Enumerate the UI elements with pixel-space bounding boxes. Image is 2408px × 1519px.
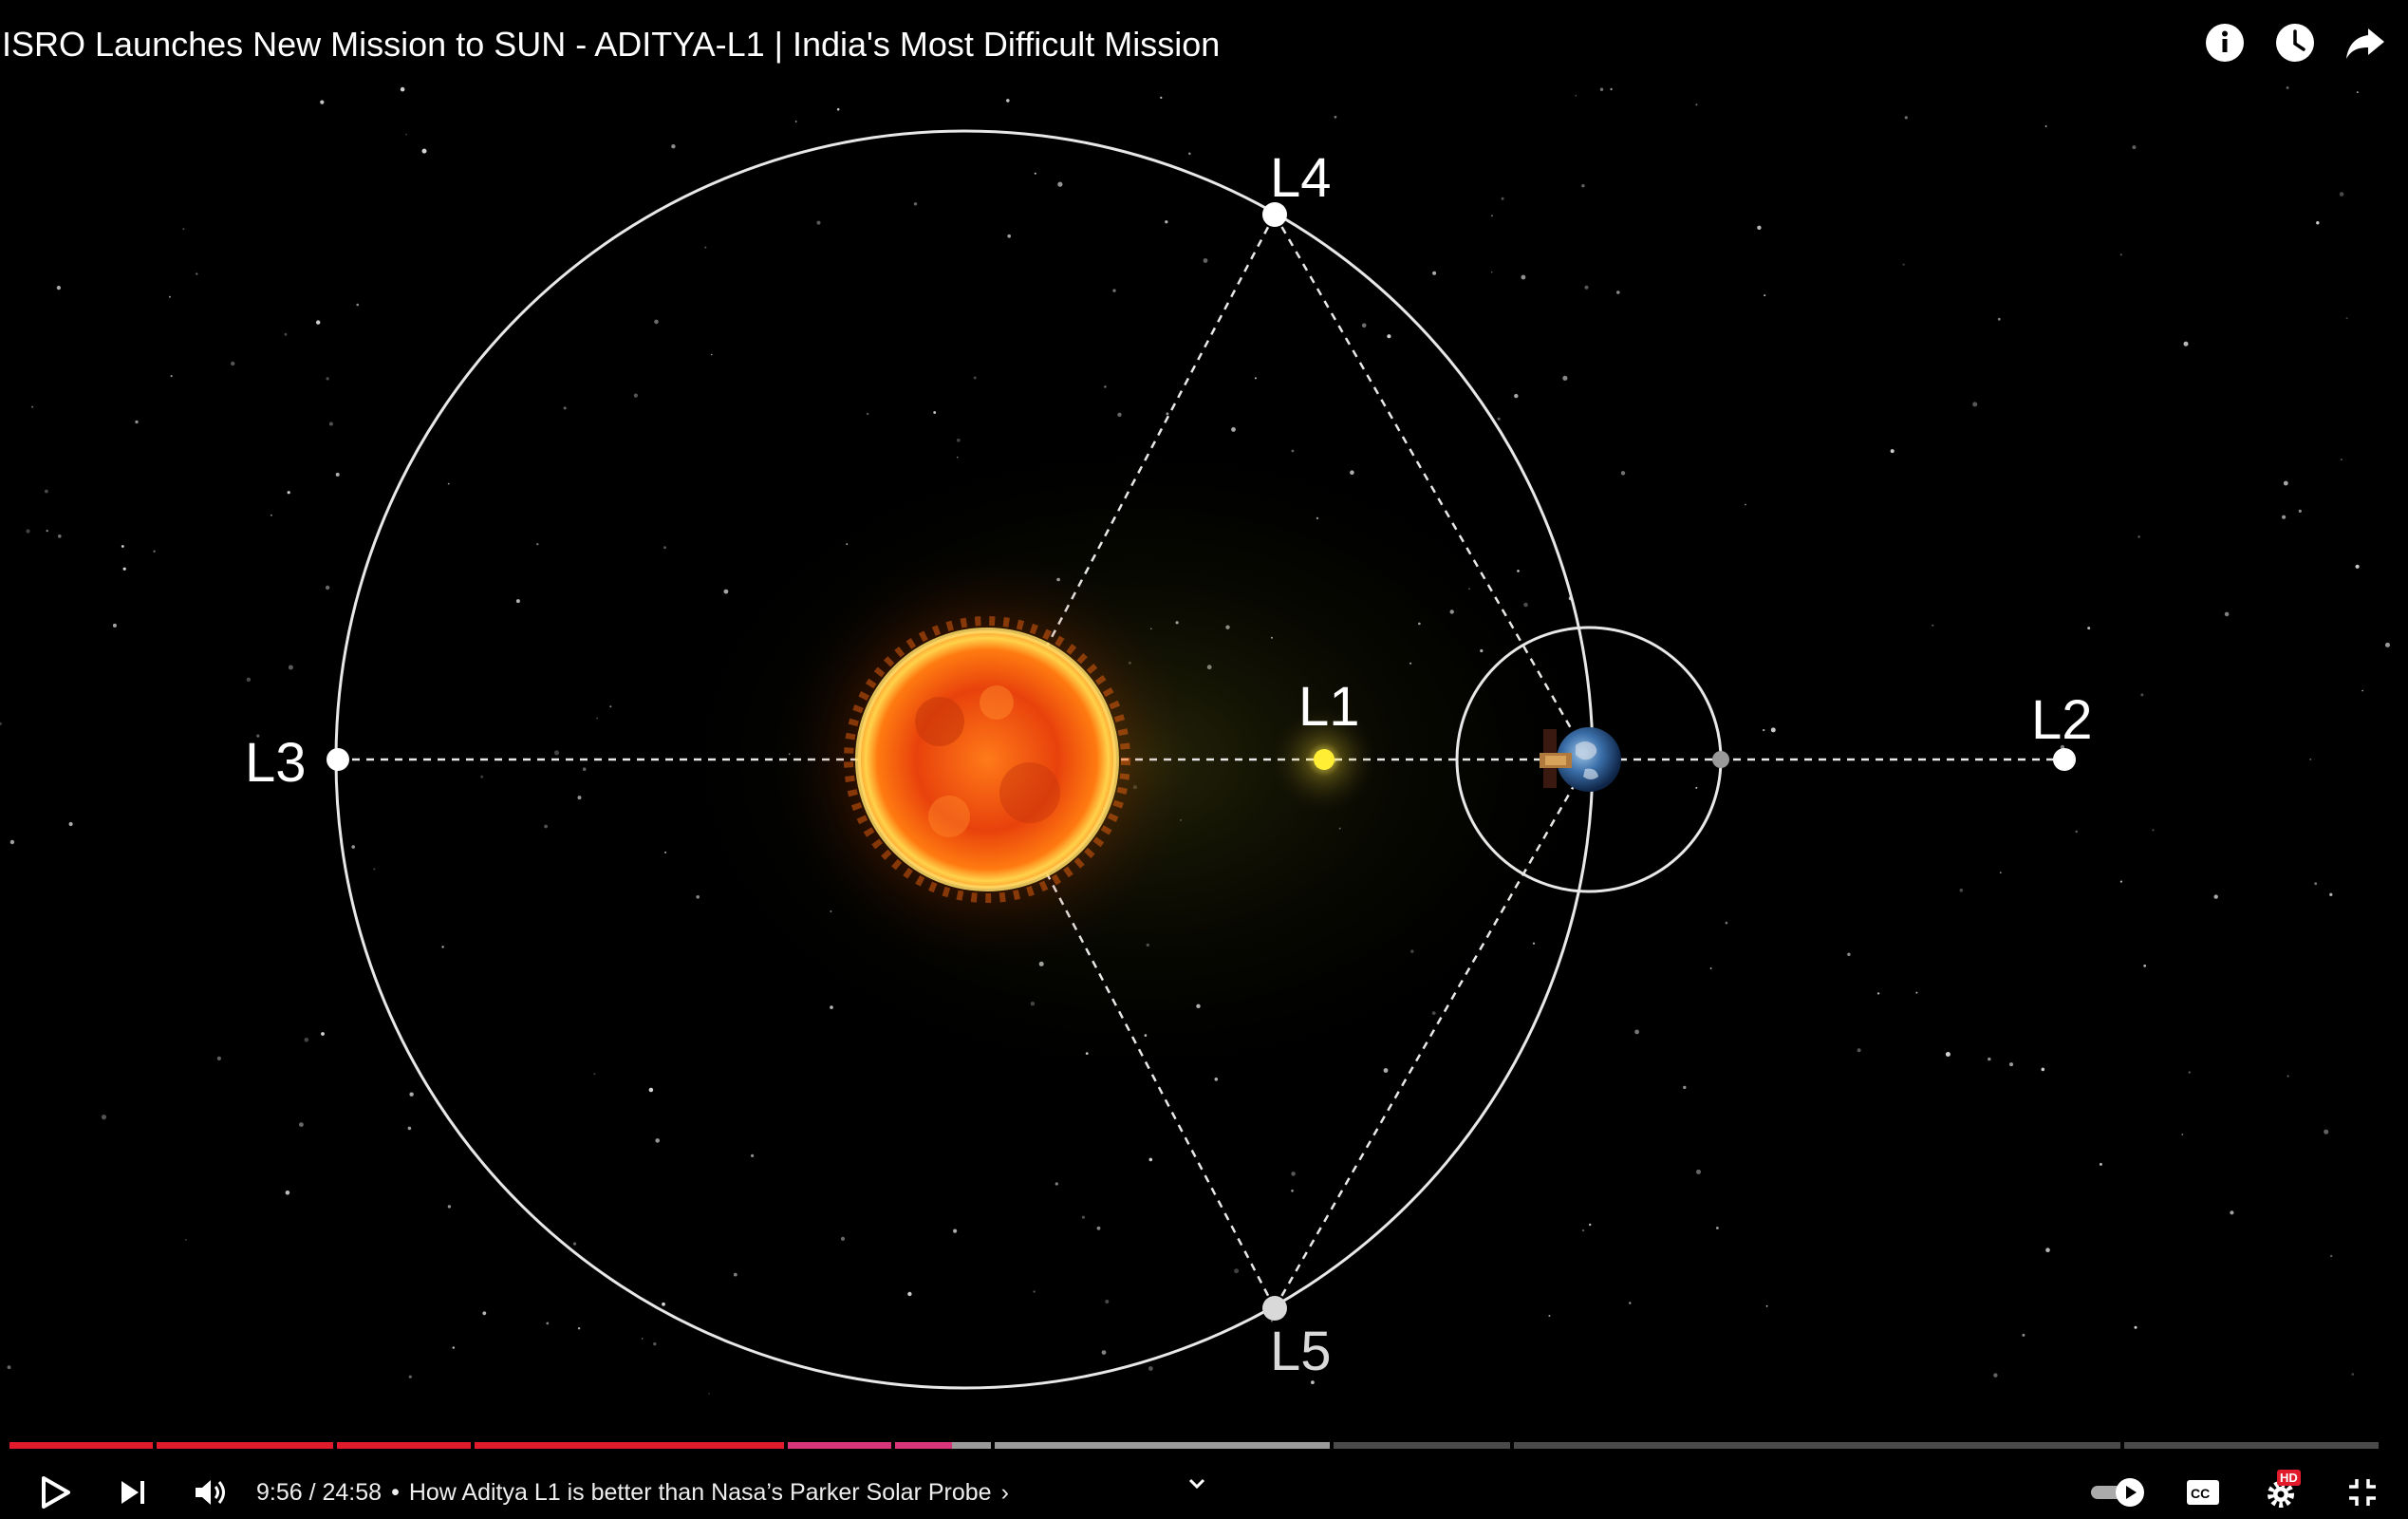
video-frame[interactable]: L3 L4 L1 L2 L5 [0, 0, 2408, 1518]
progress-chapter-segment[interactable] [1514, 1442, 2120, 1449]
play-icon [42, 1476, 70, 1509]
progress-chapter-segment[interactable] [788, 1442, 891, 1449]
progress-chapter-segment[interactable] [337, 1442, 471, 1449]
l5-point [1262, 1296, 1287, 1321]
time-display: 9:56 / 24:58 [256, 1478, 383, 1506]
captions-icon: CC [2187, 1480, 2219, 1505]
clock-icon[interactable] [2273, 21, 2317, 65]
share-icon[interactable] [2343, 21, 2387, 65]
moon [1712, 751, 1729, 768]
hd-badge: HD [2277, 1470, 2301, 1486]
chevron-down-icon[interactable] [1181, 1468, 1213, 1500]
next-icon [121, 1481, 144, 1504]
l1-label: L1 [1298, 676, 1360, 738]
exit-fullscreen-icon [2349, 1479, 2376, 1506]
l2-point [2053, 748, 2076, 771]
autoplay-toggle[interactable] [2087, 1466, 2150, 1519]
svg-text:CC: CC [2191, 1486, 2210, 1501]
captions-button[interactable]: CC [2176, 1466, 2230, 1519]
play-button[interactable] [28, 1466, 82, 1519]
progress-chapter-segment[interactable] [157, 1442, 333, 1449]
progress-chapter-segment[interactable] [475, 1442, 784, 1449]
chapter-separator: • [391, 1478, 400, 1506]
l2-label: L2 [2031, 689, 2093, 751]
progress-chapter-segment[interactable] [994, 1442, 1330, 1449]
chapter-arrow[interactable]: › [1001, 1479, 1009, 1507]
l3-label: L3 [245, 732, 307, 794]
progress-chapter-segment[interactable] [2123, 1442, 2379, 1449]
l1-point [1314, 749, 1335, 770]
top-icons [2203, 21, 2387, 65]
progress-chapter-segment[interactable] [9, 1442, 153, 1449]
progress-bar[interactable] [9, 1442, 2382, 1449]
chapter-title[interactable]: How Aditya L1 is better than Nasa’s Park… [409, 1479, 992, 1507]
right-controls: CC HD [2087, 1466, 2389, 1519]
exit-fullscreen-button[interactable] [2336, 1466, 2389, 1519]
volume-icon [196, 1480, 225, 1505]
player-controls: 9:56 / 24:58 • How Aditya L1 is better t… [0, 1415, 2408, 1518]
info-icon[interactable] [2203, 21, 2247, 65]
settings-button[interactable]: HD [2256, 1466, 2309, 1519]
l3-point [327, 748, 349, 771]
progress-chapter-segment[interactable] [1334, 1442, 1510, 1449]
video-title[interactable]: ISRO Launches New Mission to SUN - ADITY… [2, 25, 1220, 65]
left-controls: 9:56 / 24:58 • How Aditya L1 is better t… [28, 1466, 1009, 1519]
volume-button[interactable] [184, 1466, 237, 1519]
next-button[interactable] [106, 1466, 159, 1519]
autoplay-toggle-icon [2091, 1478, 2144, 1507]
progress-chapter-segment[interactable] [894, 1442, 991, 1449]
l4-label: L4 [1270, 147, 1332, 209]
l5-label: L5 [1270, 1321, 1332, 1382]
title-bar: ISRO Launches New Mission to SUN - ADITY… [0, 0, 2408, 95]
